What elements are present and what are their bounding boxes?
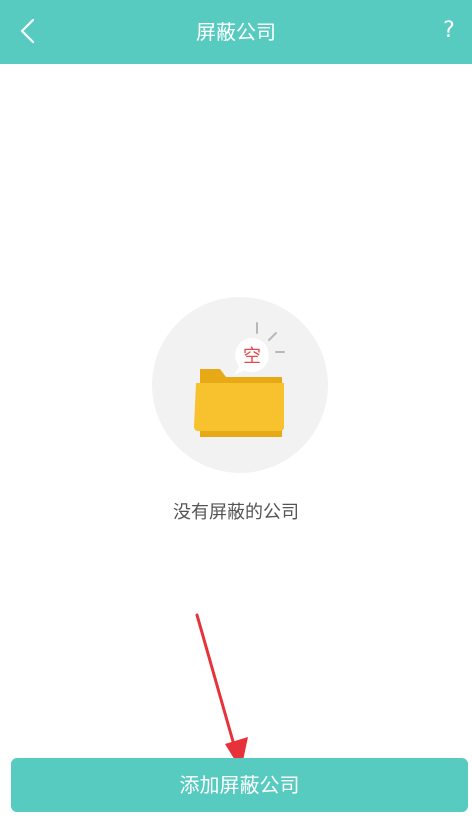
chevron-left-icon bbox=[20, 18, 35, 44]
empty-state-message: 没有屏蔽的公司 bbox=[173, 502, 299, 523]
help-button[interactable]: ? bbox=[436, 14, 462, 48]
empty-state-illustration: 空 bbox=[152, 297, 328, 473]
back-button[interactable] bbox=[14, 16, 44, 46]
empty-badge-text: 空 bbox=[243, 346, 261, 367]
add-blocked-company-button[interactable]: 添加屏蔽公司 bbox=[11, 758, 468, 812]
empty-folder-icon: 空 bbox=[152, 297, 328, 473]
top-bar: 屏蔽公司 ? bbox=[0, 0, 472, 64]
page-title: 屏蔽公司 bbox=[196, 20, 276, 44]
